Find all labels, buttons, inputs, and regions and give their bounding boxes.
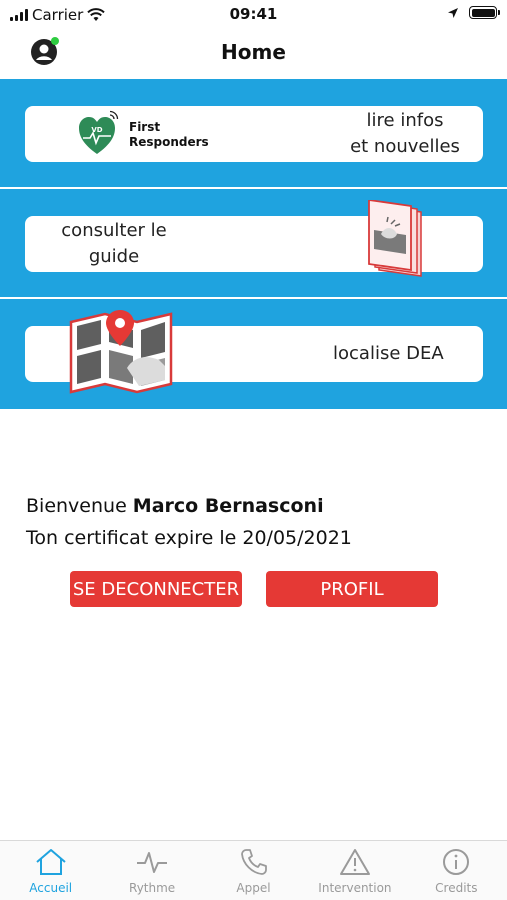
tab-bar: Accueil Rythme Appel Intervention Credit… <box>0 840 507 900</box>
warning-icon <box>339 849 370 875</box>
status-bar: Carrier 09:41 <box>0 0 507 30</box>
welcome-prefix: Bienvenue <box>26 495 133 517</box>
home-icon <box>36 849 66 875</box>
guide-book-icon <box>368 200 422 277</box>
certificate-expiry: Ton certificat expire le 20/05/2021 <box>26 527 352 549</box>
location-arrow-icon <box>448 7 458 18</box>
battery-icon <box>469 6 500 19</box>
tab-appel[interactable]: Appel <box>203 841 304 900</box>
dea-card[interactable]: localise DEA <box>25 310 483 394</box>
tab-label: Credits <box>435 881 478 895</box>
news-card-label: lire infos et nouvelles <box>335 108 475 160</box>
guide-card[interactable]: consulter le guide <box>25 200 483 277</box>
guide-card-label: consulter le guide <box>55 218 173 270</box>
guide-label-line-2: guide <box>88 246 140 267</box>
map-pin-icon <box>69 310 173 394</box>
menu-divider <box>0 187 507 189</box>
tab-intervention[interactable]: Intervention <box>304 841 405 900</box>
tab-rythme[interactable]: Rythme <box>101 841 202 900</box>
logo-line-2: Responders <box>129 135 209 149</box>
page-title: Home <box>221 40 286 64</box>
news-card[interactable]: VD First Responders lire infos et nouvel… <box>25 106 483 162</box>
info-icon <box>443 849 470 875</box>
tab-label: Appel <box>236 881 271 895</box>
logo-line-1: First <box>129 120 161 134</box>
first-responders-logo: VD <box>79 110 119 154</box>
tab-accueil[interactable]: Accueil <box>0 841 101 900</box>
tab-label: Rythme <box>129 881 176 895</box>
menu-divider <box>0 297 507 299</box>
logout-button[interactable]: SE DECONNECTER <box>70 571 242 607</box>
tab-credits[interactable]: Credits <box>406 841 507 900</box>
tab-label: Accueil <box>29 881 73 895</box>
guide-label-line-1: consulter le <box>61 220 167 241</box>
welcome-section: Bienvenue Marco Bernasconi Ton certifica… <box>26 490 352 554</box>
nav-bar: Home <box>0 30 507 78</box>
phone-icon <box>240 849 267 875</box>
user-name: Marco Bernasconi <box>132 495 324 517</box>
status-time: 09:41 <box>229 5 278 23</box>
news-label-line-1: lire infos <box>366 110 444 131</box>
pulse-icon <box>137 852 168 873</box>
welcome-line: Bienvenue Marco Bernasconi <box>26 490 352 522</box>
status-right <box>447 6 500 19</box>
profile-button[interactable]: PROFIL <box>266 571 438 607</box>
home-menu: VD First Responders lire infos et nouvel… <box>0 79 507 409</box>
tab-label: Intervention <box>318 881 392 895</box>
dea-card-label: localise DEA <box>333 343 444 364</box>
logo-text: First Responders <box>129 120 209 150</box>
news-label-line-2: et nouvelles <box>350 136 460 157</box>
